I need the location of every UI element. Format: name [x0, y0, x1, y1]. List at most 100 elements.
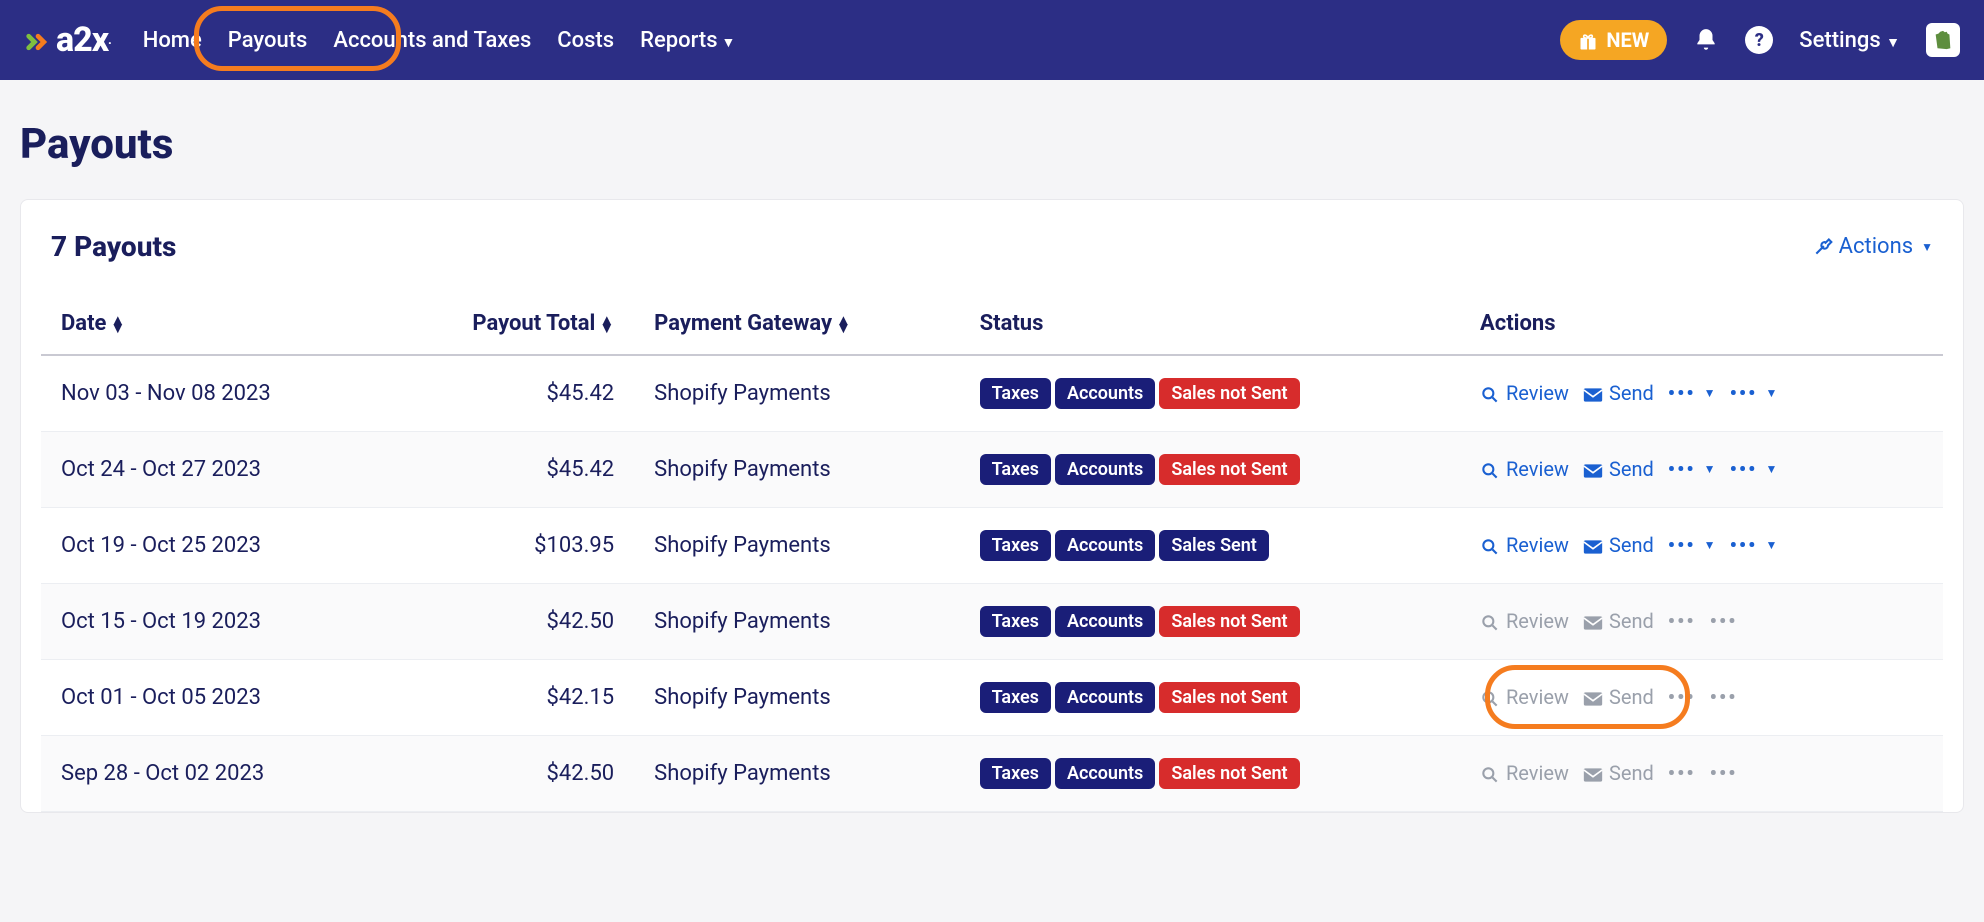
status-badge-sales-not-sent: Sales not Sent: [1159, 682, 1299, 713]
help-icon[interactable]: ?: [1745, 26, 1773, 54]
col-actions: Actions: [1460, 293, 1943, 355]
nav-settings[interactable]: Settings ▼: [1799, 28, 1900, 53]
envelope-icon: [1583, 457, 1603, 481]
review-button[interactable]: Review: [1480, 533, 1569, 557]
nav-accounts-taxes[interactable]: Accounts and Taxes: [333, 28, 531, 53]
page-title: Payouts: [0, 80, 1984, 189]
dots-icon: •••: [1710, 761, 1738, 785]
bell-icon[interactable]: [1693, 27, 1719, 53]
cell-gateway: Shopify Payments: [634, 508, 959, 584]
col-gateway[interactable]: Payment Gateway▲▼: [634, 293, 959, 355]
sort-icon: ▲▼: [599, 316, 614, 332]
search-icon: [1480, 609, 1500, 633]
top-nav: a2x. Home Payouts Accounts and Taxes Cos…: [0, 0, 1984, 80]
more-menu-1[interactable]: •••: [1668, 761, 1696, 785]
nav-home[interactable]: Home: [143, 28, 202, 53]
col-total[interactable]: Payout Total▲▼: [384, 293, 634, 355]
send-button[interactable]: Send: [1583, 609, 1654, 633]
cell-actions: ReviewSend•••▼•••▼: [1460, 508, 1943, 584]
status-badge-accounts: Accounts: [1055, 682, 1155, 713]
dots-icon: •••: [1730, 457, 1758, 481]
shopify-icon[interactable]: [1926, 23, 1960, 57]
dots-icon: •••: [1668, 761, 1696, 785]
cell-date: Oct 19 - Oct 25 2023: [41, 508, 384, 584]
dots-icon: •••: [1730, 533, 1758, 557]
chevron-down-icon: ▼: [1765, 462, 1777, 476]
cell-actions: Review Send ••• •••: [1460, 660, 1943, 736]
search-icon: [1480, 685, 1500, 709]
cell-total: $45.42: [384, 432, 634, 508]
chevron-down-icon: ▼: [722, 35, 736, 51]
envelope-icon: [1583, 381, 1603, 405]
more-menu-2[interactable]: •••▼: [1730, 533, 1778, 557]
nav-costs[interactable]: Costs: [557, 28, 614, 53]
review-button[interactable]: Review: [1480, 457, 1569, 481]
table-row: Nov 03 - Nov 08 2023$45.42Shopify Paymen…: [41, 355, 1943, 432]
review-button[interactable]: Review: [1480, 609, 1569, 633]
dots-icon: •••: [1668, 685, 1696, 709]
more-menu-2[interactable]: •••: [1710, 761, 1738, 785]
cell-gateway: Shopify Payments: [634, 432, 959, 508]
brand-logo[interactable]: a2x.: [24, 20, 111, 60]
send-button[interactable]: Send: [1583, 761, 1654, 785]
payouts-count: 7 Payouts: [51, 230, 176, 263]
actions-dropdown[interactable]: Actions ▼: [1813, 234, 1933, 259]
more-menu-1[interactable]: •••▼: [1668, 457, 1716, 481]
cell-status: TaxesAccountsSales not Sent: [960, 584, 1460, 660]
cell-date: Oct 01 - Oct 05 2023: [41, 660, 384, 736]
more-menu-1[interactable]: •••▼: [1668, 381, 1716, 405]
status-badge-taxes: Taxes: [980, 682, 1051, 713]
status-badge-sales-sent: Sales Sent: [1159, 530, 1269, 561]
review-button[interactable]: Review: [1480, 761, 1569, 785]
chevron-down-icon: ▼: [1886, 35, 1900, 51]
nav-payouts[interactable]: Payouts: [228, 28, 308, 53]
cell-total: $42.50: [384, 584, 634, 660]
more-menu-2[interactable]: •••: [1710, 685, 1738, 709]
chevron-down-icon: ▼: [1704, 386, 1716, 400]
status-badge-accounts: Accounts: [1055, 378, 1155, 409]
status-badge-accounts: Accounts: [1055, 606, 1155, 637]
logo-chevrons-icon: [24, 20, 52, 60]
dots-icon: •••: [1668, 609, 1696, 633]
cell-status: TaxesAccountsSales not Sent: [960, 660, 1460, 736]
status-badge-accounts: Accounts: [1055, 758, 1155, 789]
review-button[interactable]: Review: [1480, 381, 1569, 405]
dots-icon: •••: [1730, 381, 1758, 405]
payouts-table: Date▲▼ Payout Total▲▼ Payment Gateway▲▼ …: [41, 293, 1943, 812]
envelope-icon: [1583, 533, 1603, 557]
dots-icon: •••: [1668, 533, 1696, 557]
nav-reports[interactable]: Reports▼: [640, 28, 735, 53]
status-badge-sales-not-sent: Sales not Sent: [1159, 454, 1299, 485]
cell-total: $103.95: [384, 508, 634, 584]
cell-date: Oct 15 - Oct 19 2023: [41, 584, 384, 660]
nav-right: NEW ? Settings ▼: [1560, 20, 1960, 60]
send-button[interactable]: Send: [1583, 381, 1654, 405]
more-menu-1[interactable]: •••: [1668, 685, 1696, 709]
search-icon: [1480, 457, 1500, 481]
col-date[interactable]: Date▲▼: [41, 293, 384, 355]
new-button[interactable]: NEW: [1560, 20, 1667, 60]
status-badge-taxes: Taxes: [980, 454, 1051, 485]
nav-links: Home Payouts Accounts and Taxes Costs Re…: [143, 28, 736, 53]
send-button[interactable]: Send: [1583, 533, 1654, 557]
send-button[interactable]: Send: [1583, 457, 1654, 481]
more-menu-1[interactable]: •••: [1668, 609, 1696, 633]
chevron-down-icon: ▼: [1704, 538, 1716, 552]
cell-status: TaxesAccountsSales not Sent: [960, 432, 1460, 508]
payouts-card: 7 Payouts Actions ▼ Date▲▼ Payout Total▲…: [20, 199, 1964, 813]
more-menu-2[interactable]: ••• ▼: [1730, 457, 1778, 481]
cell-status: TaxesAccountsSales Sent: [960, 508, 1460, 584]
more-menu-2[interactable]: •••▼: [1730, 381, 1778, 405]
brand-text: a2x: [56, 20, 108, 60]
review-button[interactable]: Review: [1480, 685, 1569, 709]
status-badge-taxes: Taxes: [980, 378, 1051, 409]
status-badge-taxes: Taxes: [980, 530, 1051, 561]
send-button[interactable]: Send: [1583, 685, 1654, 709]
more-menu-2[interactable]: •••: [1710, 609, 1738, 633]
cell-actions: Review Send ••• •••: [1460, 736, 1943, 812]
table-row: Oct 24 - Oct 27 2023$45.42Shopify Paymen…: [41, 432, 1943, 508]
status-badge-sales-not-sent: Sales not Sent: [1159, 378, 1299, 409]
more-menu-1[interactable]: ••• ▼: [1668, 533, 1716, 557]
cell-status: TaxesAccountsSales not Sent: [960, 355, 1460, 432]
cell-gateway: Shopify Payments: [634, 584, 959, 660]
